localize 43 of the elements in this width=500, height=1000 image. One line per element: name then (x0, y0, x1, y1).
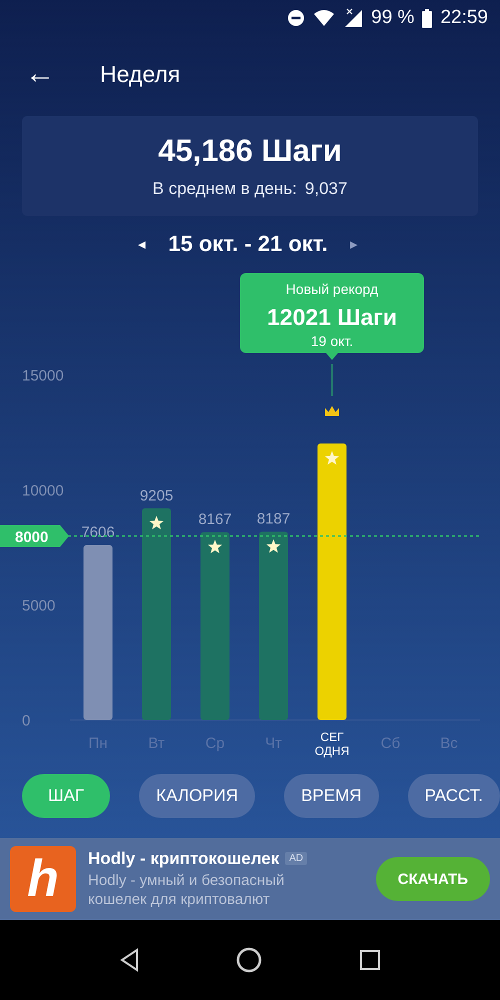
clock: 22:59 (440, 7, 488, 29)
bar-value: 9205 (140, 487, 174, 504)
previous-week-button[interactable]: ◂ (134, 235, 150, 253)
ad-badge: AD (285, 852, 308, 866)
record-value: 12021 Шаги (267, 304, 397, 330)
page-title: Неделя (100, 60, 180, 88)
bar-value: 8167 (198, 511, 232, 528)
crown-icon (325, 406, 339, 416)
record-title: Новый рекорд (286, 281, 378, 297)
goal-flag (0, 525, 69, 547)
wifi-icon (313, 9, 336, 27)
star-icon (324, 451, 340, 465)
home-nav-icon[interactable] (236, 947, 262, 973)
goal-value: 8000 (15, 529, 48, 546)
day-label: СЕГ ОДНЯ (314, 730, 350, 758)
metric-tab[interactable]: ВРЕМЯ (284, 774, 379, 818)
y-axis-label: 5000 (22, 598, 56, 614)
record-date: 19 окт. (310, 333, 354, 349)
recents-nav-icon[interactable] (359, 949, 382, 971)
next-week-button[interactable]: ▸ (346, 235, 362, 253)
download-button[interactable]: СКАЧАТЬ (376, 857, 490, 901)
ad-title: Hodly - криптокошелек (88, 848, 280, 869)
star-icon (208, 540, 222, 554)
metric-tab[interactable]: КАЛОРИЯ (139, 774, 256, 818)
y-axis-label: 10000 (22, 482, 64, 500)
average-value: 9,037 (304, 179, 348, 199)
ad-description: Hodly - умный и безопасный кошелек для криптовалют (88, 872, 286, 910)
back-nav-icon[interactable] (118, 948, 139, 972)
star-icon (266, 539, 281, 553)
y-axis-label: 15000 (22, 368, 64, 384)
total-steps: 45,186 Шаги (158, 133, 342, 169)
signal-icon (343, 8, 364, 28)
average-label: В среднем в день: (152, 179, 297, 199)
battery-icon (422, 8, 432, 28)
metric-tab[interactable]: РАССТ. (408, 774, 500, 818)
week-range: 15 окт. - 21 окт. (168, 231, 328, 257)
app-logo: h (10, 846, 76, 912)
do-not-disturb-icon (287, 9, 306, 27)
y-axis-label: 0 (22, 712, 30, 730)
bar-value: 8187 (256, 510, 290, 528)
battery-percent: 99 % (371, 7, 414, 29)
star-icon (149, 516, 164, 530)
back-button[interactable]: ← (24, 57, 56, 91)
